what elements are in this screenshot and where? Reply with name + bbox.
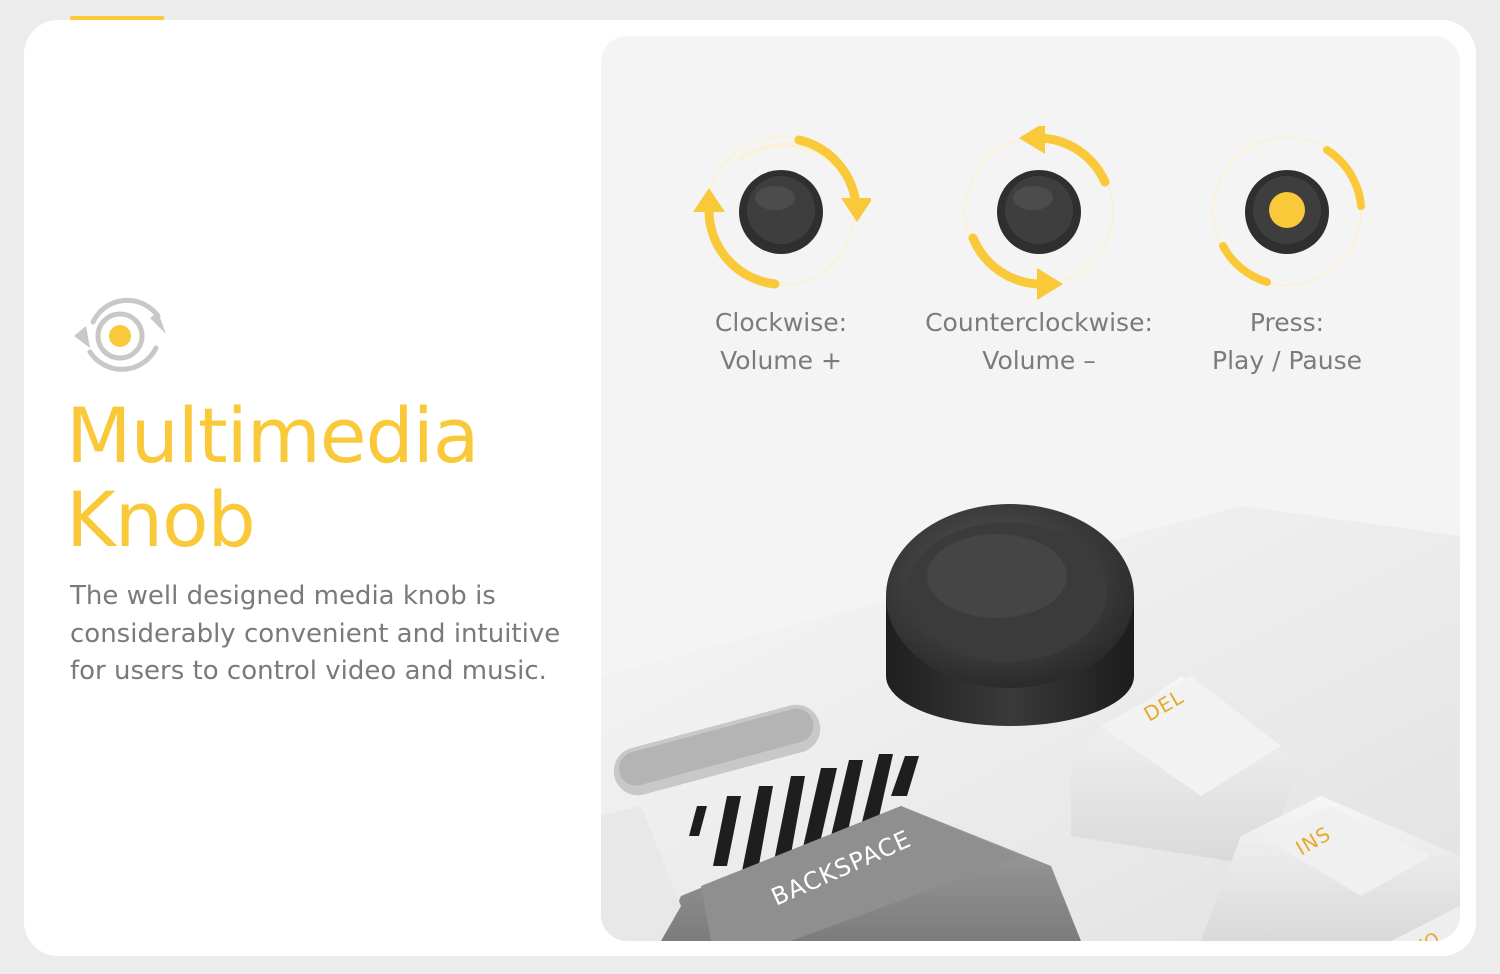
rotate-knob-icon xyxy=(74,297,166,372)
product-panel: Clockwise: Volume + Counterclockwise: Vo… xyxy=(601,36,1460,941)
feature-card: Multimedia Knob The well designed media … xyxy=(24,20,1476,956)
title-line-1: Multimedia xyxy=(66,391,479,480)
description-line-3: for users to control video and music. xyxy=(70,656,547,686)
feature-title: Multimedia Knob xyxy=(66,394,479,562)
feature-description: The well designed media knob is consider… xyxy=(70,578,590,691)
keyboard-illustration: BACKSPACE DEL INS HO xyxy=(601,504,1460,941)
description-line-2: considerably convenient and intuitive xyxy=(70,618,561,649)
description-line-1: The well designed media knob is xyxy=(70,581,496,611)
title-line-2: Knob xyxy=(66,475,256,564)
media-knob[interactable] xyxy=(886,504,1134,726)
